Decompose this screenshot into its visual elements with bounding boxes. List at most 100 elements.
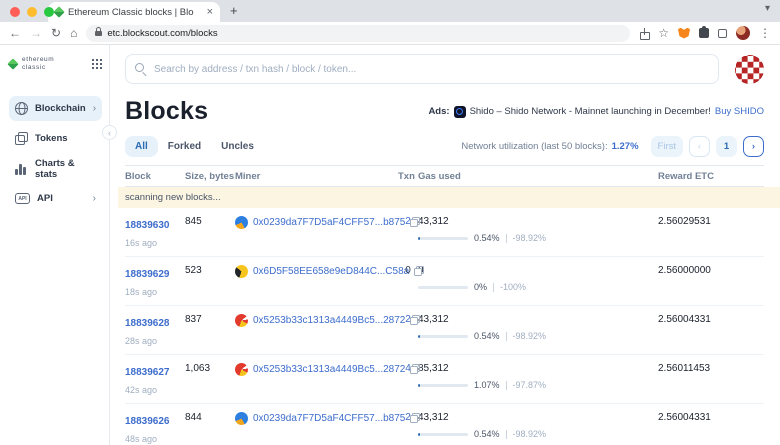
etc-favicon bbox=[53, 6, 64, 17]
logo-line2: classic bbox=[22, 64, 46, 71]
copy-icon[interactable] bbox=[410, 315, 420, 325]
miner-address-link[interactable]: 0x0239da7F7D5aF4CFF57...b875 bbox=[253, 413, 405, 424]
table-row: 1883962828s ago8370x5253b33c1313a4449Bc5… bbox=[125, 306, 764, 355]
miner-cell: 0x5253b33c1313a4449Bc5...2872 bbox=[235, 362, 398, 376]
copy-icon[interactable] bbox=[414, 266, 424, 276]
tab-all[interactable]: All bbox=[125, 136, 158, 157]
tokens-icon bbox=[15, 132, 28, 145]
gas-meta: 0.54%-98.92% bbox=[418, 331, 658, 341]
network-utilization: Network utilization (last 50 blocks): 1.… bbox=[461, 141, 638, 152]
minimize-window-button[interactable] bbox=[27, 7, 37, 17]
copy-icon[interactable] bbox=[410, 364, 420, 374]
gas-used-value: 43,312 bbox=[418, 215, 658, 227]
search-input[interactable] bbox=[125, 54, 719, 84]
buy-shido-link[interactable]: Buy SHIDO bbox=[715, 106, 764, 117]
miner-avatar bbox=[235, 314, 248, 327]
block-number-link[interactable]: 18839630 bbox=[125, 220, 170, 231]
gas-used-cell: 85,3121.07%-97.87% bbox=[418, 362, 658, 390]
miner-avatar bbox=[235, 412, 248, 425]
gas-target-change: -98.92% bbox=[513, 331, 547, 341]
table-row: 1883962648s ago8440x0239da7F7D5aF4CFF57.… bbox=[125, 404, 764, 445]
miner-avatar bbox=[235, 265, 248, 278]
block-cell: 1883962828s ago bbox=[125, 313, 185, 346]
block-cell: 1883962648s ago bbox=[125, 411, 185, 444]
tab-close-icon[interactable]: × bbox=[207, 7, 213, 18]
block-cell: 1883962742s ago bbox=[125, 362, 185, 395]
block-age: 18s ago bbox=[125, 287, 185, 297]
bookmark-star-icon[interactable]: ☆ bbox=[658, 27, 669, 39]
share-icon[interactable] bbox=[639, 28, 649, 39]
gas-used-cell: 43,312 0.54%-98.92% bbox=[418, 215, 658, 243]
gas-used-percent: 0% bbox=[474, 282, 487, 292]
forward-icon[interactable]: → bbox=[30, 27, 42, 39]
etc-diamond-icon bbox=[7, 58, 18, 69]
column-header-size: Size, bytes bbox=[185, 171, 235, 182]
browser-menu-icon[interactable]: ⋮ bbox=[759, 27, 771, 39]
browser-profile-avatar[interactable] bbox=[736, 26, 750, 40]
ads-label: Ads: bbox=[428, 106, 449, 117]
new-tab-button[interactable]: + bbox=[230, 1, 238, 22]
reading-list-icon[interactable] bbox=[718, 29, 727, 38]
network-utilization-value: 1.27% bbox=[612, 141, 639, 152]
chevron-right-icon: › bbox=[93, 193, 96, 204]
block-number-link[interactable]: 18839629 bbox=[125, 269, 170, 280]
page-title: Blocks bbox=[125, 97, 208, 126]
home-icon[interactable]: ⌂ bbox=[70, 27, 77, 39]
block-number-link[interactable]: 18839627 bbox=[125, 367, 170, 378]
sidebar-item-api[interactable]: API API › bbox=[9, 186, 102, 211]
bar-chart-icon bbox=[15, 163, 28, 175]
padlock-icon bbox=[95, 30, 102, 36]
globe-icon bbox=[15, 102, 28, 115]
gas-usage-bar bbox=[418, 237, 468, 240]
search-icon bbox=[135, 63, 144, 72]
table-row: 1883962742s ago1,0630x5253b33c1313a4449B… bbox=[125, 355, 764, 404]
column-header-reward: Reward ETC bbox=[658, 171, 764, 182]
miner-address-link[interactable]: 0x5253b33c1313a4449Bc5...2872 bbox=[253, 364, 405, 375]
pagination: First ‹ 1 › bbox=[651, 136, 764, 157]
block-reward: 2.56004331 bbox=[658, 411, 764, 423]
copy-icon[interactable] bbox=[410, 413, 420, 423]
ethereum-classic-logo[interactable]: ethereum classic bbox=[9, 56, 87, 72]
table-row: 1883963016s ago8450x0239da7F7D5aF4CFF57.… bbox=[125, 208, 764, 257]
sidebar-item-tokens[interactable]: Tokens bbox=[9, 126, 102, 151]
extensions-puzzle-icon[interactable] bbox=[699, 28, 709, 38]
sidebar-item-blockchain[interactable]: Blockchain › bbox=[9, 96, 102, 121]
apps-grid-icon[interactable] bbox=[92, 59, 103, 70]
gas-used-percent: 1.07% bbox=[474, 380, 500, 390]
block-reward: 2.56000000 bbox=[658, 264, 764, 276]
sidebar-item-charts-stats[interactable]: Charts & stats bbox=[9, 156, 102, 181]
profile-identicon[interactable] bbox=[735, 55, 764, 84]
tab-forked[interactable]: Forked bbox=[158, 136, 211, 157]
block-cell: 18839629 18s ago bbox=[125, 264, 185, 297]
chevron-right-icon: › bbox=[93, 103, 96, 114]
copy-icon[interactable] bbox=[410, 217, 420, 227]
address-bar[interactable]: etc.blockscout.com/blocks bbox=[86, 25, 630, 42]
gas-meta: 0.54%-98.92% bbox=[418, 233, 658, 243]
gas-used-value: 43,312 bbox=[418, 313, 658, 325]
sidebar-collapse-button[interactable]: ‹ bbox=[102, 125, 117, 140]
browser-tab[interactable]: Ethereum Classic blocks | Blo × bbox=[48, 2, 220, 22]
reload-icon[interactable]: ↻ bbox=[51, 27, 61, 39]
pagination-prev-button[interactable]: ‹ bbox=[689, 136, 710, 157]
close-window-button[interactable] bbox=[10, 7, 20, 17]
back-icon[interactable]: ← bbox=[9, 27, 21, 39]
block-size: 523 bbox=[185, 264, 235, 276]
tab-search-caret-icon[interactable]: ▾ bbox=[765, 3, 770, 14]
pagination-current-page: 1 bbox=[716, 136, 737, 157]
block-number-link[interactable]: 18839628 bbox=[125, 318, 170, 329]
miner-address-link[interactable]: 0x5253b33c1313a4449Bc5...2872 bbox=[253, 315, 405, 326]
gas-used-cell: 00%-100% bbox=[418, 264, 658, 292]
table-row: 1883962918s ago5230x6D5F58EE658e9eD844C.… bbox=[125, 257, 764, 306]
pagination-first-button[interactable]: First bbox=[651, 136, 683, 157]
pagination-next-button[interactable]: › bbox=[743, 136, 764, 157]
ad-text: Shido – Shido Network - Mainnet launchin… bbox=[470, 106, 711, 117]
miner-address-link[interactable]: 0x0239da7F7D5aF4CFF57...b875 bbox=[253, 217, 405, 228]
block-number-link[interactable]: 18839626 bbox=[125, 416, 170, 427]
gas-usage-bar bbox=[418, 384, 468, 387]
column-header-block: Block bbox=[125, 171, 185, 182]
miner-address-link[interactable]: 0x6D5F58EE658e9eD844C...C58a bbox=[253, 266, 409, 277]
browser-toolbar: ← → ↻ ⌂ etc.blockscout.com/blocks ☆ ⋮ bbox=[0, 22, 780, 45]
metamask-extension-icon[interactable] bbox=[678, 28, 690, 39]
miner-cell: 0x6D5F58EE658e9eD844C...C58a bbox=[235, 264, 398, 278]
tab-uncles[interactable]: Uncles bbox=[211, 136, 264, 157]
